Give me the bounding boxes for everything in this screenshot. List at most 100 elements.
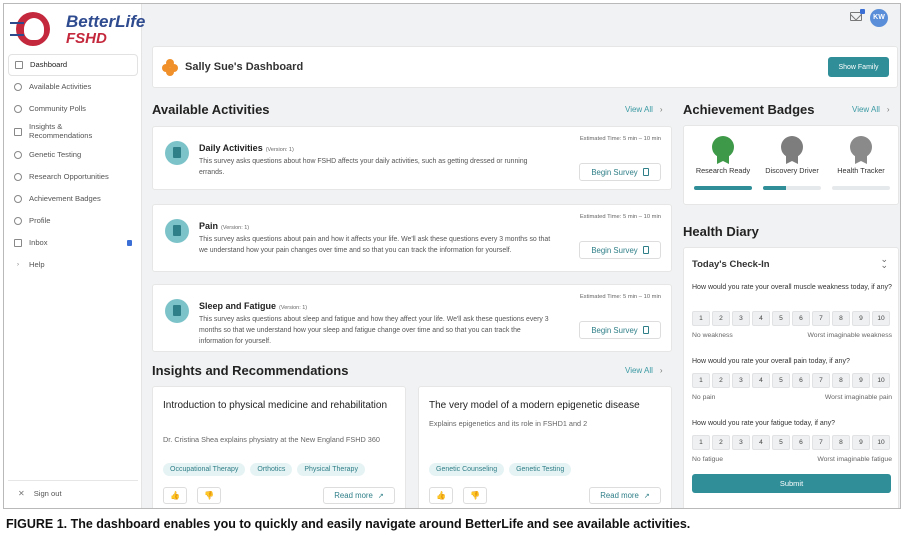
mail-icon[interactable] (850, 9, 865, 21)
inbox-unread-badge (127, 240, 132, 246)
read-more-button[interactable]: Read more ↗ (589, 487, 661, 504)
rating-option[interactable]: 8 (832, 435, 850, 450)
rating-option[interactable]: 3 (732, 311, 750, 326)
sidebar-item-dashboard[interactable]: Dashboard (8, 54, 138, 76)
rating-option[interactable]: 8 (832, 373, 850, 388)
activity-title: Sleep and Fatigue (Version: 1) (199, 301, 308, 311)
document-icon (642, 168, 649, 176)
sidebar: BetterLife FSHD Dashboard Available Acti… (4, 4, 145, 508)
research-icon (14, 173, 22, 181)
rating-option[interactable]: 10 (872, 373, 890, 388)
rating-option[interactable]: 10 (872, 311, 890, 326)
sidebar-item-label: Profile (29, 215, 51, 225)
insight-title[interactable]: The very model of a modern epigenetic di… (429, 399, 661, 413)
sidebar-item-label: Community Polls (29, 103, 86, 113)
thumbs-up-icon[interactable]: 👍 (429, 487, 453, 504)
insight-title[interactable]: Introduction to physical medicine and re… (163, 399, 395, 413)
sidebar-item-label: Available Activities (29, 81, 92, 91)
chevron-right-icon: › (659, 366, 663, 375)
sidebar-item-available-activities[interactable]: Available Activities (8, 76, 138, 98)
badge-research-ready[interactable]: Research Ready (692, 136, 754, 190)
rating-option[interactable]: 2 (712, 311, 730, 326)
available-activities-heading: Available Activities (152, 102, 270, 117)
avatar[interactable]: KW (870, 9, 888, 27)
sidebar-item-help[interactable]: › Help (8, 254, 138, 276)
insight-tags: Occupational Therapy Orthotics Physical … (163, 463, 365, 476)
rating-option[interactable]: 1 (692, 311, 710, 326)
sidebar-item-inbox[interactable]: Inbox (8, 232, 138, 254)
estimated-time: Estimated Time: 5 min – 10 min (579, 136, 661, 142)
rating-option[interactable]: 5 (772, 373, 790, 388)
tag[interactable]: Orthotics (250, 463, 293, 476)
tag[interactable]: Genetic Counseling (429, 463, 505, 476)
rating-option[interactable]: 9 (852, 435, 870, 450)
flower-icon (162, 59, 178, 76)
scale-anchors: No fatigue Worst imaginable fatigue (692, 456, 892, 463)
brand-name: BetterLife (66, 12, 146, 31)
badge-health-tracker[interactable]: Health Tracker (830, 136, 892, 190)
begin-survey-button[interactable]: Begin Survey (579, 321, 661, 339)
sidebar-item-achievement-badges[interactable]: Achievement Badges (8, 188, 138, 210)
brand-logo[interactable]: BetterLife FSHD (10, 10, 145, 48)
badge-progress (832, 186, 890, 190)
rating-option[interactable]: 4 (752, 373, 770, 388)
external-link-icon: ↗ (377, 492, 384, 500)
show-family-button[interactable]: Show Family (828, 57, 889, 77)
survey-icon (165, 141, 189, 165)
rating-option[interactable]: 4 (752, 311, 770, 326)
question-text: How would you rate your overall pain tod… (692, 358, 850, 365)
rating-option[interactable]: 2 (712, 373, 730, 388)
rating-option[interactable]: 7 (812, 373, 830, 388)
thumbs-up-icon[interactable]: 👍 (163, 487, 187, 504)
home-icon (15, 61, 23, 69)
badge-progress (763, 186, 821, 190)
sidebar-item-label: Dashboard (30, 59, 68, 69)
begin-survey-button[interactable]: Begin Survey (579, 163, 661, 181)
rating-option[interactable]: 10 (872, 435, 890, 450)
sidebar-item-genetic-testing[interactable]: Genetic Testing (8, 144, 138, 166)
rating-option[interactable]: 1 (692, 435, 710, 450)
insights-heading: Insights and Recommendations (152, 363, 349, 378)
sidebar-item-insights[interactable]: Insights & Recommendations (8, 120, 138, 144)
rating-option[interactable]: 7 (812, 311, 830, 326)
sidebar-nav: Dashboard Available Activities Community… (8, 54, 138, 276)
sign-out-button[interactable]: ✕ Sign out (8, 480, 138, 498)
sidebar-item-label: Help (29, 259, 45, 269)
badges-panel: Research Ready Discovery Driver Health T… (683, 125, 899, 205)
rating-option[interactable]: 6 (792, 435, 810, 450)
rating-option[interactable]: 9 (852, 373, 870, 388)
rating-option[interactable]: 9 (852, 311, 870, 326)
rating-option[interactable]: 3 (732, 435, 750, 450)
badge-icon (14, 195, 22, 203)
thumbs-down-icon[interactable]: 👎 (463, 487, 487, 504)
sidebar-item-research-opportunities[interactable]: Research Opportunities (8, 166, 138, 188)
sidebar-item-community-polls[interactable]: Community Polls (8, 98, 138, 120)
question-text: How would you rate your overall muscle w… (692, 284, 892, 291)
badges-view-all-link[interactable]: View All › (852, 105, 890, 114)
tag[interactable]: Physical Therapy (297, 463, 365, 476)
begin-survey-button[interactable]: Begin Survey (579, 241, 661, 259)
rating-option[interactable]: 5 (772, 435, 790, 450)
activity-title: Pain (Version: 1) (199, 221, 250, 231)
rating-option[interactable]: 1 (692, 373, 710, 388)
rating-option[interactable]: 5 (772, 311, 790, 326)
read-more-button[interactable]: Read more ↗ (323, 487, 395, 504)
rating-option[interactable]: 8 (832, 311, 850, 326)
sidebar-item-profile[interactable]: Profile (8, 210, 138, 232)
rating-option[interactable]: 4 (752, 435, 770, 450)
badge-discovery-driver[interactable]: Discovery Driver (761, 136, 823, 190)
submit-button[interactable]: Submit (692, 474, 891, 493)
tag[interactable]: Occupational Therapy (163, 463, 246, 476)
insights-view-all-link[interactable]: View All › (625, 366, 663, 375)
collapse-icon[interactable]: ⌄ ⌄ (880, 255, 888, 270)
activities-view-all-link[interactable]: View All › (625, 105, 663, 114)
tag[interactable]: Genetic Testing (509, 463, 572, 476)
rating-option[interactable]: 6 (792, 311, 810, 326)
insight-description: Dr. Cristina Shea explains physiatry at … (163, 435, 380, 444)
rating-option[interactable]: 6 (792, 373, 810, 388)
rating-scale: 1 2 3 4 5 6 7 8 9 10 (692, 373, 890, 388)
rating-option[interactable]: 3 (732, 373, 750, 388)
thumbs-down-icon[interactable]: 👎 (197, 487, 221, 504)
rating-option[interactable]: 2 (712, 435, 730, 450)
rating-option[interactable]: 7 (812, 435, 830, 450)
